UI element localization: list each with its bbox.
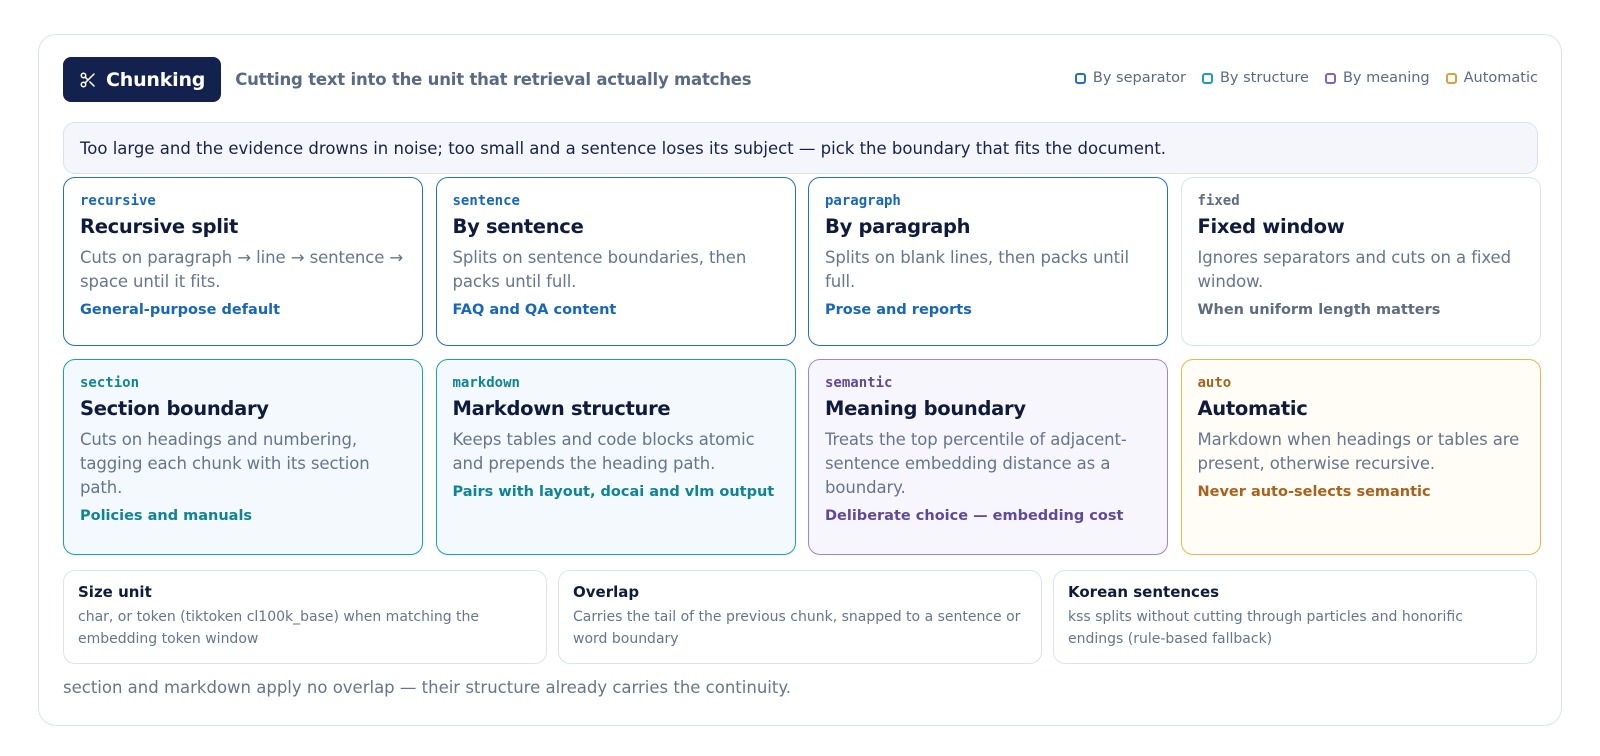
- strategy-name: Recursive split: [80, 215, 239, 238]
- fact-title: Overlap: [573, 583, 640, 601]
- strategy-card-fixed: fixed Fixed window Ignores separators an…: [1180, 177, 1541, 346]
- legend-item-automatic: Automatic: [1445, 70, 1538, 86]
- strategy-name: By sentence: [452, 215, 584, 238]
- strategy-code: semantic: [825, 375, 893, 391]
- fact-description: kss splits without cutting through parti…: [1068, 609, 1463, 647]
- page-subtitle: Cutting text into the unit that retrieva…: [235, 70, 752, 89]
- fact-title: Size unit: [78, 583, 152, 601]
- facts-row: Size unit char, or token (tiktoken cl100…: [63, 570, 1538, 664]
- strategy-code: recursive: [80, 193, 156, 209]
- strategy-code: markdown: [452, 375, 520, 391]
- strategy-use-case: Pairs with layout, docai and vlm output: [452, 484, 775, 500]
- intro-banner: Too large and the evidence drowns in noi…: [63, 122, 1538, 174]
- strategy-code: sentence: [452, 193, 520, 209]
- strategy-use-case: Never auto-selects semantic: [1197, 484, 1431, 500]
- strategy-code: paragraph: [825, 193, 901, 209]
- strategy-name: Automatic: [1197, 397, 1308, 420]
- strategy-card-semantic: semantic Meaning boundary Treats the top…: [808, 359, 1168, 555]
- fact-description: Carries the tail of the previous chunk, …: [573, 609, 1021, 647]
- legend-label: By meaning: [1342, 70, 1430, 86]
- legend-swatch: [1201, 72, 1213, 84]
- strategy-use-case: FAQ and QA content: [452, 302, 617, 318]
- legend-swatch: [1445, 72, 1457, 84]
- strategy-card-sentence: sentence By sentence Splits on sentence …: [435, 177, 796, 346]
- strategy-description: Treats the top percentile of adjacent-se…: [825, 430, 1127, 497]
- strategy-use-case: Prose and reports: [825, 302, 972, 318]
- strategy-code: fixed: [1197, 193, 1240, 209]
- legend-label: Automatic: [1463, 70, 1538, 86]
- strategy-card-recursive: recursive Recursive split Cuts on paragr…: [63, 177, 423, 346]
- strategy-use-case: Deliberate choice — embedding cost: [825, 508, 1124, 524]
- strategy-card-section: section Section boundary Cuts on heading…: [63, 359, 423, 555]
- fact-description: char, or token (tiktoken cl100k_base) wh…: [78, 609, 480, 647]
- strategy-use-case: Policies and manuals: [80, 508, 253, 524]
- fact-size-unit: Size unit char, or token (tiktoken cl100…: [63, 570, 547, 664]
- page-title: Chunking: [106, 68, 206, 91]
- intro-text: Too large and the evidence drowns in noi…: [80, 138, 1167, 158]
- strategy-use-case: When uniform length matters: [1197, 302, 1441, 318]
- strategy-code: auto: [1197, 375, 1232, 391]
- strategy-description: Cuts on paragraph → line → sentence → sp…: [80, 248, 404, 291]
- strategy-name: Fixed window: [1197, 215, 1345, 238]
- title-badge: Chunking: [63, 57, 222, 102]
- legend-item-separator: By separator: [1074, 70, 1186, 86]
- strategy-description: Splits on blank lines, then packs until …: [825, 248, 1130, 291]
- strategy-name: Section boundary: [80, 397, 269, 420]
- header: Chunking Cutting text into the unit that…: [63, 57, 752, 102]
- footer-note: section and markdown apply no overlap — …: [63, 678, 791, 697]
- strategy-description: Keeps tables and code blocks atomic and …: [452, 430, 755, 473]
- fact-title: Korean sentences: [1068, 583, 1220, 601]
- strategy-name: Markdown structure: [452, 397, 671, 420]
- strategy-grid: recursive Recursive split Cuts on paragr…: [63, 177, 1541, 555]
- strategy-description: Ignores separators and cuts on a fixed w…: [1197, 248, 1512, 291]
- strategy-description: Markdown when headings or tables are pre…: [1197, 430, 1520, 473]
- legend-swatch: [1324, 72, 1336, 84]
- strategy-card-auto: auto Automatic Markdown when headings or…: [1180, 359, 1541, 555]
- legend-item-meaning: By meaning: [1324, 70, 1430, 86]
- fact-overlap: Overlap Carries the tail of the previous…: [558, 570, 1042, 664]
- fact-korean-sentences: Korean sentences kss splits without cutt…: [1053, 570, 1537, 664]
- scissors-icon: [79, 71, 97, 89]
- legend-label: By separator: [1092, 70, 1186, 86]
- strategy-description: Cuts on headings and numbering, tagging …: [80, 430, 370, 497]
- strategy-card-paragraph: paragraph By paragraph Splits on blank l…: [808, 177, 1168, 346]
- legend-label: By structure: [1219, 70, 1309, 86]
- strategy-use-case: General-purpose default: [80, 302, 281, 318]
- strategy-card-markdown: markdown Markdown structure Keeps tables…: [435, 359, 796, 555]
- strategy-code: section: [80, 375, 140, 391]
- strategy-name: By paragraph: [825, 215, 971, 238]
- legend-item-structure: By structure: [1201, 70, 1309, 86]
- legend: By separator By structure By meaning Aut…: [1074, 70, 1538, 86]
- strategy-description: Splits on sentence boundaries, then pack…: [452, 248, 747, 291]
- legend-swatch: [1074, 72, 1086, 84]
- strategy-name: Meaning boundary: [825, 397, 1026, 420]
